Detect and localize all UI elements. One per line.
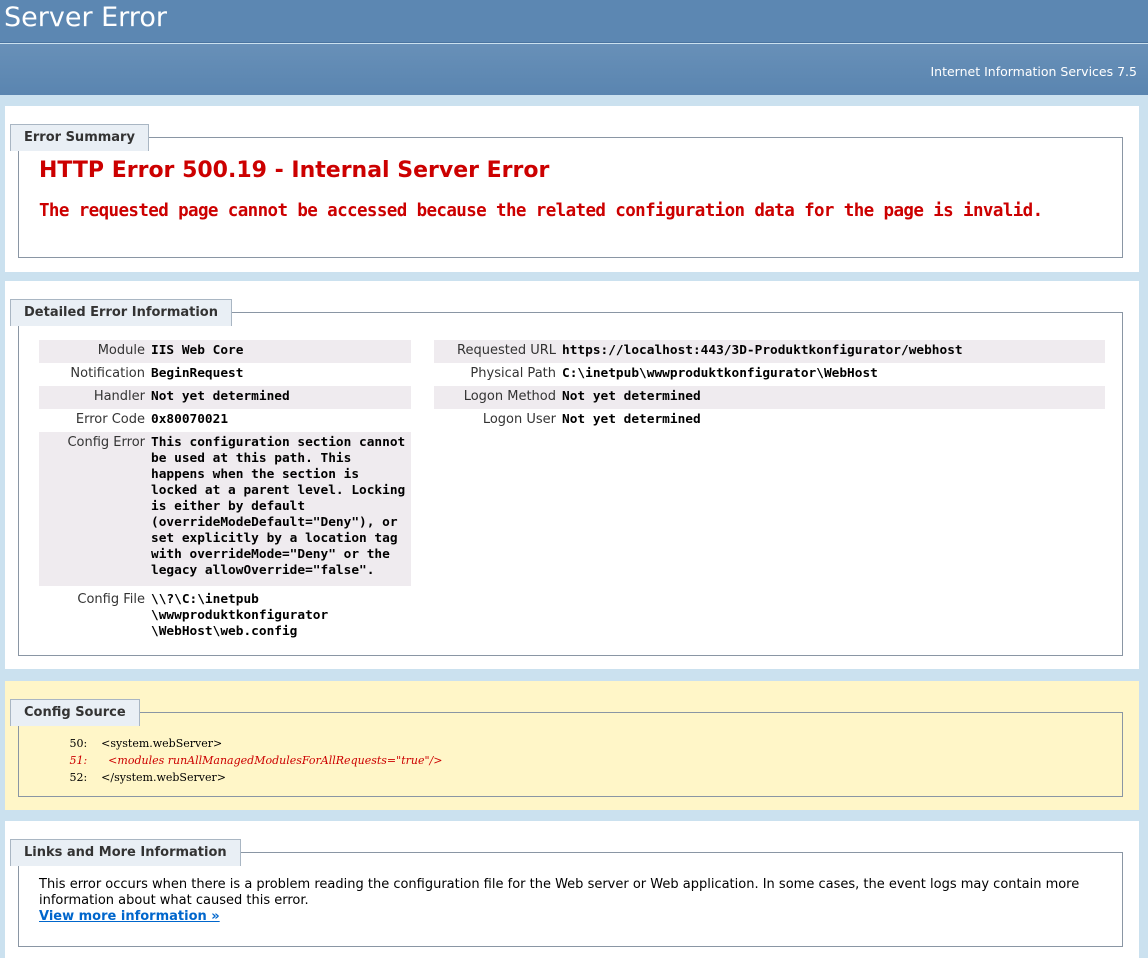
- page-title: Server Error: [4, 2, 167, 33]
- error-summary-legend: Error Summary: [10, 124, 149, 151]
- table-row: Logon User Not yet determined: [434, 409, 1105, 432]
- detail-value-logon-user: Not yet determined: [562, 412, 701, 427]
- table-row: Logon Method Not yet determined: [434, 386, 1105, 409]
- table-row: Handler Not yet determined: [39, 386, 411, 409]
- header-bar: Server Error: [0, 0, 1148, 43]
- error-summary-fieldset: HTTP Error 500.19 - Internal Server Erro…: [18, 137, 1123, 258]
- detail-label-physical-path: Physical Path: [470, 366, 556, 381]
- detail-value-requested-url: https://localhost:443/3D-Produktkonfigur…: [562, 340, 1105, 363]
- detail-label-config-error: Config Error: [39, 432, 151, 586]
- server-name: Internet Information Services 7.5: [930, 64, 1137, 79]
- detailed-error-legend: Detailed Error Information: [10, 299, 232, 326]
- links-description: This error occurs when there is a proble…: [39, 877, 1080, 908]
- error-title: HTTP Error 500.19 - Internal Server Erro…: [39, 158, 550, 183]
- detail-label-error-code: Error Code: [75, 412, 145, 427]
- table-row: Config File \\?\C:\inetpub \wwwproduktko…: [39, 586, 411, 644]
- detail-value-handler: Not yet determined: [151, 386, 411, 409]
- config-source-legend: Config Source: [10, 699, 140, 726]
- code-line: 50: <system.webServer>: [59, 737, 223, 750]
- detail-label-module: Module: [39, 340, 151, 363]
- detail-value-config-error: This configuration section cannot be use…: [151, 432, 411, 586]
- detail-label-config-file: Config File: [77, 592, 145, 607]
- links-legend: Links and More Information: [10, 839, 241, 866]
- subheader-bar: Internet Information Services 7.5: [0, 44, 1148, 95]
- detail-value-module: IIS Web Core: [151, 340, 411, 363]
- error-summary-panel: HTTP Error 500.19 - Internal Server Erro…: [5, 106, 1139, 272]
- table-row: Notification BeginRequest: [39, 363, 411, 386]
- links-panel: This error occurs when there is a proble…: [5, 821, 1139, 958]
- detail-value-config-file: \\?\C:\inetpub \wwwproduktkonfigurator \…: [151, 592, 329, 639]
- code-line-error: 51: <modules runAllManagedModulesForAllR…: [59, 754, 443, 767]
- detail-label-handler: Handler: [39, 386, 151, 409]
- view-more-information-link[interactable]: View more information »: [39, 909, 220, 924]
- table-row: Config Error This configuration section …: [39, 432, 411, 586]
- table-row: Physical Path C:\inetpub\wwwproduktkonfi…: [434, 363, 1105, 386]
- detail-value-physical-path: C:\inetpub\wwwproduktkonfigurator\WebHos…: [562, 366, 878, 381]
- detail-value-logon-method: Not yet determined: [562, 386, 1105, 409]
- detailed-error-fieldset: Module IIS Web Core Notification BeginRe…: [18, 312, 1123, 656]
- table-row: Module IIS Web Core: [39, 340, 411, 363]
- error-message: The requested page cannot be accessed be…: [39, 201, 1043, 221]
- detail-label-notification: Notification: [70, 366, 145, 381]
- detail-table-right: Requested URL https://localhost:443/3D-P…: [434, 340, 1105, 432]
- config-source-panel: 50: <system.webServer> 51: <modules runA…: [5, 681, 1139, 810]
- detail-table-left: Module IIS Web Core Notification BeginRe…: [39, 340, 411, 644]
- table-row: Error Code 0x80070021: [39, 409, 411, 432]
- detailed-error-panel: Module IIS Web Core Notification BeginRe…: [5, 281, 1139, 669]
- detail-label-logon-user: Logon User: [482, 412, 556, 427]
- detail-label-logon-method: Logon Method: [434, 386, 562, 409]
- config-source-fieldset: 50: <system.webServer> 51: <modules runA…: [18, 712, 1123, 797]
- code-line: 52: </system.webServer>: [59, 771, 226, 784]
- links-fieldset: This error occurs when there is a proble…: [18, 852, 1123, 947]
- detail-label-requested-url: Requested URL: [434, 340, 562, 363]
- detail-value-error-code: 0x80070021: [151, 412, 229, 427]
- table-row: Requested URL https://localhost:443/3D-P…: [434, 340, 1105, 363]
- detail-value-notification: BeginRequest: [151, 366, 244, 381]
